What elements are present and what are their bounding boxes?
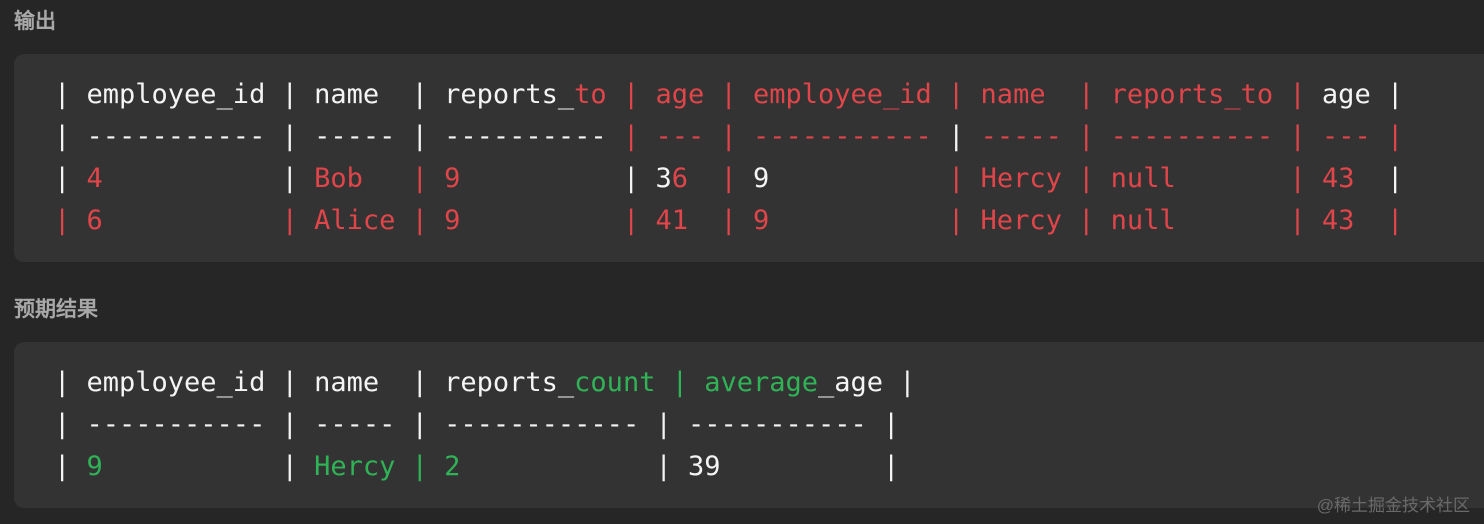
code-segment: 9: [86, 451, 103, 482]
code-segment: ----- | ---------- | --- |: [980, 121, 1404, 152]
code-segment: | employee_id | name | reports_: [54, 367, 575, 398]
code-line: | ----------- | ----- | ------------ | -…: [54, 404, 1484, 446]
code-segment: | ----------- | ----- | ----------: [54, 121, 623, 152]
code-segment: age |: [1305, 79, 1404, 110]
code-segment: |: [102, 163, 315, 194]
code-segment: |: [54, 451, 87, 482]
code-segment: | 3: [460, 163, 672, 194]
code-line: | 6 | Alice | 9 | 41 | 9 | Hercy | null …: [54, 200, 1484, 242]
expected-result-title: 预期结果: [14, 298, 98, 321]
code-segment: |: [1354, 163, 1404, 194]
code-segment: Bob | 9: [314, 163, 461, 194]
code-segment: |: [720, 163, 737, 194]
code-line: | 4 | Bob | 9 | 36 | 9 | Hercy | null | …: [54, 158, 1484, 200]
code-segment: |: [102, 451, 315, 482]
code-segment: | Hercy | null | 43: [948, 163, 1355, 194]
code-line: | 9 | Hercy | 2 | 39 |: [54, 446, 1484, 488]
expected-result-code-block[interactable]: | employee_id | name | reports_count | a…: [14, 342, 1484, 508]
code-segment: 4: [86, 163, 103, 194]
code-segment: | 39 |: [460, 451, 900, 482]
code-segment: | --- |: [622, 121, 753, 152]
code-segment: | employee_id | name | reports_: [54, 79, 575, 110]
code-line: | employee_id | name | reports_to | age …: [54, 74, 1484, 116]
watermark: @稀土掘金技术社区: [1316, 496, 1470, 515]
code-segment: -----------: [753, 121, 949, 152]
code-segment: to | age | employee_id | name | reports_…: [574, 79, 1306, 110]
code-line: | employee_id | name | reports_count | a…: [54, 362, 1484, 404]
code-segment: Hercy | 2: [314, 451, 461, 482]
code-segment: count | average: [574, 367, 819, 398]
output-title: 输出: [14, 10, 56, 33]
code-segment: _age |: [818, 367, 916, 398]
code-segment: |: [54, 163, 87, 194]
code-line: | ----------- | ----- | ---------- | ---…: [54, 116, 1484, 158]
output-code-block[interactable]: | employee_id | name | reports_to | age …: [14, 54, 1484, 262]
code-segment: 6: [671, 163, 689, 194]
code-segment: | 6 | Alice | 9 | 41 | 9 | Hercy | null …: [54, 205, 1404, 236]
code-segment: 9: [736, 163, 949, 194]
code-segment: | ----------- | ----- | ------------ | -…: [54, 409, 900, 440]
code-segment: |: [948, 121, 981, 152]
